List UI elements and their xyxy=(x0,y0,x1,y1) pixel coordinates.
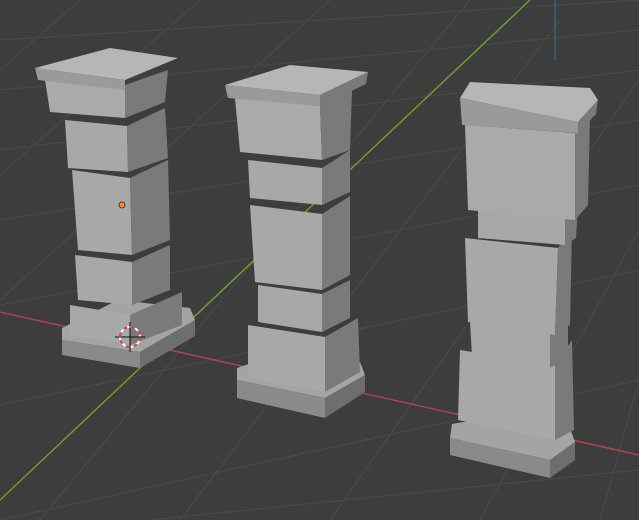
pillar-left[interactable] xyxy=(35,48,195,368)
pillar-right[interactable] xyxy=(450,82,598,478)
object-origin-icon[interactable] xyxy=(118,201,126,209)
3d-viewport[interactable] xyxy=(0,0,639,520)
pillar-middle[interactable] xyxy=(225,65,368,418)
viewport-canvas[interactable] xyxy=(0,0,639,520)
